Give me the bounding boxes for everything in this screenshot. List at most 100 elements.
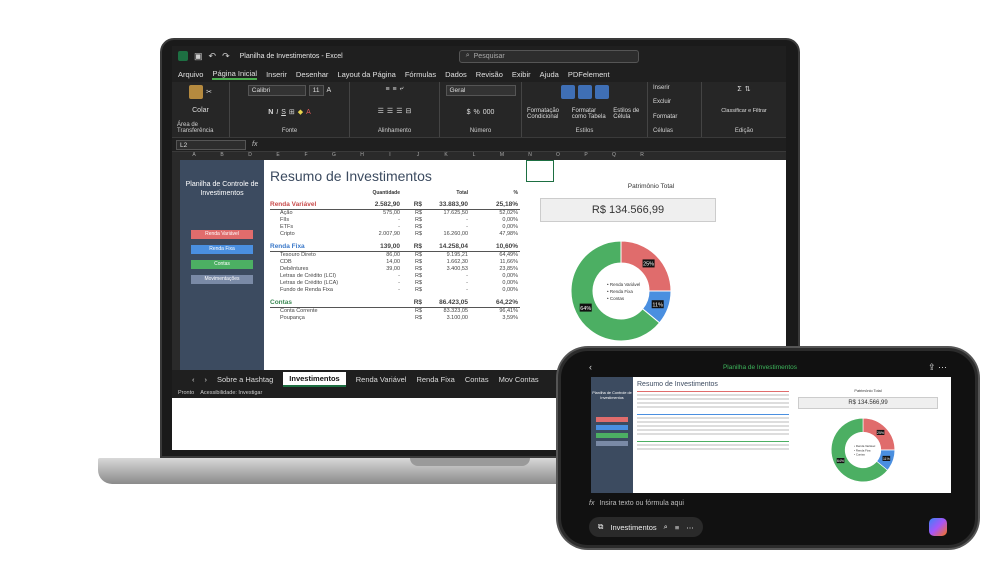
paste-button[interactable]: Colar [192,107,209,114]
phone-search-icon[interactable]: ⌕ [664,522,668,532]
thousands-icon[interactable]: 000 [483,109,495,116]
format-table-icon[interactable] [577,85,592,99]
sort-filter-button[interactable]: Classificar e Filtrar [721,108,767,114]
column-header[interactable]: Q [600,152,628,160]
menu-revisao[interactable]: Revisão [476,70,503,79]
menu-pdfelement[interactable]: PDFelement [568,70,610,79]
column-header[interactable]: P [572,152,600,160]
phone-renda-fixa-button[interactable] [596,425,628,430]
save-icon[interactable]: ▣ [194,51,203,62]
format-table-button[interactable]: Formatar como Tabela [572,108,611,120]
conditional-format-icon[interactable] [560,85,575,99]
phone-contas-button[interactable] [596,433,628,438]
currency-icon[interactable]: $ [467,109,471,116]
accessibility-status[interactable]: Acessibilidade: Investigar [200,390,262,396]
column-header[interactable]: N [516,152,544,160]
italic-icon[interactable]: I [276,109,278,116]
column-header[interactable]: L [460,152,488,160]
font-name-select[interactable]: Calibri [247,85,306,96]
movimentacoes-button[interactable]: Movimentações [191,275,253,284]
cell-styles-icon[interactable] [594,85,609,99]
fx-icon[interactable]: fx [252,141,257,148]
phone-renda-variavel-button[interactable] [596,417,628,422]
more-icon[interactable]: ⋯ [686,523,694,532]
contas-button[interactable]: Contas [191,260,253,269]
phone-donut-chart[interactable]: 25% 11% 64% • Renda Variável• Renda Fixa• C… [828,415,898,485]
column-header[interactable]: R [628,152,656,160]
font-size-select[interactable]: 11 [308,85,324,96]
font-color-icon[interactable]: A [306,109,311,116]
tab-renda-fixa[interactable]: Renda Fixa [416,375,454,384]
renda-variavel-button[interactable]: Renda Variável [191,230,253,239]
tab-investimentos[interactable]: Investimentos [283,371,346,387]
paste-icon[interactable] [189,85,204,99]
phone-formula-input[interactable]: Insira texto ou fórmula aqui [599,500,683,507]
filter-icon[interactable]: ≡ [675,523,679,532]
tab-mov-contas[interactable]: Mov Contas [499,375,539,384]
redo-icon[interactable]: ↷ [222,51,230,62]
column-header[interactable]: M [488,152,516,160]
border-icon[interactable]: ⊞ [289,108,295,116]
align-left-icon[interactable]: ☰ [378,107,384,115]
fill-color-icon[interactable]: ◆ [298,108,303,116]
align-top-icon[interactable]: ≡ [385,86,389,93]
merge-icon[interactable]: ⊟ [405,107,411,115]
column-header[interactable]: I [376,152,404,160]
menu-inserir[interactable]: Inserir [266,70,287,79]
column-header[interactable]: G [320,152,348,160]
column-header[interactable]: J [404,152,432,160]
wrap-icon[interactable]: ⤶ [400,85,404,93]
column-header[interactable]: F [292,152,320,160]
phone-formula-bar[interactable]: fx Insira texto ou fórmula aqui [589,497,947,509]
tab-renda-variavel[interactable]: Renda Variável [356,375,407,384]
grow-font-icon[interactable]: A [327,87,332,94]
sum-icon[interactable]: Σ [737,86,741,93]
phone-sheet-pill[interactable]: ⧉ Investimentos ⌕ ≡ ⋯ [589,517,703,537]
column-header[interactable]: E [264,152,292,160]
column-header[interactable]: H [348,152,376,160]
align-right-icon[interactable]: ☰ [396,107,402,115]
share-icon[interactable]: ⇪ ⋯ [928,362,947,373]
cut-icon[interactable]: ✂ [206,88,212,96]
selected-cell[interactable] [526,160,554,182]
menu-formulas[interactable]: Fórmulas [405,70,436,79]
tab-prev-icon[interactable]: ‹ [192,375,195,384]
menu-pagina-inicial[interactable]: Página Inicial [212,69,258,80]
menu-dados[interactable]: Dados [445,70,467,79]
search-input[interactable]: ⌕ Pesquisar [458,49,639,63]
insert-cells-button[interactable]: Inserir [653,85,670,91]
phone-movimentacoes-button[interactable] [596,441,628,446]
format-cells-button[interactable]: Formatar [653,114,677,120]
undo-icon[interactable]: ↶ [209,51,217,62]
column-header[interactable]: K [432,152,460,160]
underline-icon[interactable]: S [281,109,286,116]
menu-ajuda[interactable]: Ajuda [540,70,559,79]
percent-icon[interactable]: % [473,109,479,116]
align-center-icon[interactable]: ☰ [387,107,393,115]
tab-contas[interactable]: Contas [465,375,489,384]
back-icon[interactable]: ‹ [589,362,592,372]
worksheet[interactable]: Planilha de Controle de Investimentos Re… [172,160,786,370]
column-header[interactable]: D [236,152,264,160]
tab-sobre[interactable]: Sobre a Hashtag [217,375,273,384]
phone-sheet[interactable]: Planilha de Controle de Investimentos Re… [591,377,951,493]
bold-icon[interactable]: N [268,109,273,116]
name-box[interactable]: L2 [176,139,246,150]
column-header[interactable]: B [208,152,236,160]
menu-desenhar[interactable]: Desenhar [296,70,329,79]
menu-exibir[interactable]: Exibir [512,70,531,79]
cell-styles-button[interactable]: Estilos de Célula [613,108,642,120]
tab-next-icon[interactable]: › [205,375,208,384]
renda-fixa-button[interactable]: Renda Fixa [191,245,253,254]
donut-chart[interactable]: 25% 11% 64% • Renda Variável • Renda Fixa • C… [566,236,676,346]
column-header[interactable]: A [180,152,208,160]
conditional-format-button[interactable]: Formatação Condicional [527,108,569,120]
menu-layout[interactable]: Layout da Página [337,70,395,79]
column-header[interactable]: O [544,152,572,160]
copilot-icon[interactable] [929,518,947,536]
sort-icon[interactable]: ⇅ [745,85,751,93]
menu-arquivo[interactable]: Arquivo [178,70,203,79]
number-format-select[interactable]: Geral [445,85,516,96]
delete-cells-button[interactable]: Excluir [653,99,671,105]
align-middle-icon[interactable]: ≡ [393,86,397,93]
